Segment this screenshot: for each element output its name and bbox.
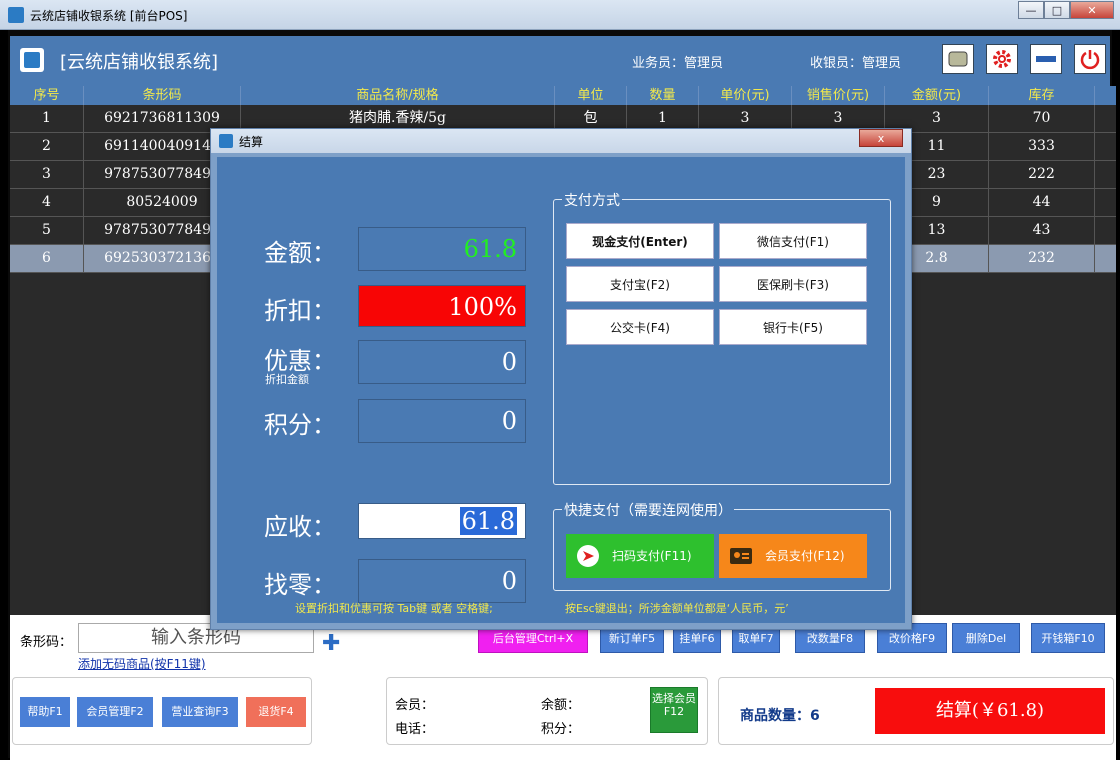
dialog-icon xyxy=(219,134,233,148)
member-label: 会员： xyxy=(395,698,435,713)
scan-pay-button[interactable]: 扫码支付(F11) xyxy=(566,534,714,578)
minimize-icon xyxy=(1036,56,1056,62)
scan-pay-icon xyxy=(577,545,599,567)
gear-icon xyxy=(993,50,1011,68)
table-cell: 43 xyxy=(989,217,1095,244)
table-cell: 222 xyxy=(989,161,1095,188)
app-header: [云统店铺收银系统] 业务员：管理员 收银员：管理员 xyxy=(10,36,1110,86)
shortcut-button[interactable]: 营业查询F3 xyxy=(162,697,238,727)
table-cell: 3 xyxy=(10,161,84,188)
column-header: 数量 xyxy=(627,86,699,105)
table-cell: 1 xyxy=(10,105,84,132)
card-reader-button[interactable] xyxy=(942,44,974,74)
power-button[interactable] xyxy=(1074,44,1106,74)
payment-method-button[interactable]: 支付宝(F2) xyxy=(566,266,714,302)
column-header: 单价(元) xyxy=(699,86,792,105)
shortcut-button[interactable]: 会员管理F2 xyxy=(77,697,153,727)
checkout-button[interactable]: 结算(￥61.8) xyxy=(875,688,1105,734)
promo-input[interactable]: 0 xyxy=(358,340,526,384)
phone-label: 电话： xyxy=(395,722,435,737)
cashier-label: 收银员：管理员 xyxy=(810,56,902,71)
change-label: 找零： xyxy=(264,571,336,599)
quick-pay-title: 快捷支付（需要连网使用） xyxy=(562,500,734,520)
dialog-title: 结算 xyxy=(239,135,264,149)
table-cell: 232 xyxy=(989,245,1095,272)
minimize-app-button[interactable] xyxy=(1030,44,1062,74)
table-cell: 70 xyxy=(989,105,1095,132)
app-icon xyxy=(8,7,24,23)
receivable-value: 61.8 xyxy=(459,507,517,535)
close-button[interactable]: ✕ xyxy=(1070,1,1114,19)
discount-label: 折扣： xyxy=(264,297,336,325)
points-input[interactable]: 0 xyxy=(358,399,526,443)
receivable-input[interactable]: 61.8 xyxy=(358,503,526,539)
table-cell: 2 xyxy=(10,133,84,160)
function-button[interactable]: 开钱箱F10 xyxy=(1031,623,1105,653)
amount-label: 金额： xyxy=(264,239,336,267)
barcode-label: 条形码： xyxy=(20,635,73,650)
shortcut-button[interactable]: 退货F4 xyxy=(246,697,306,727)
promo-sublabel: 折扣金额 xyxy=(265,373,309,386)
points-label: 积分： xyxy=(541,722,581,737)
card-reader-icon xyxy=(948,51,968,67)
bottom-panel: 条形码： 输入条形码 添加无码商品(按F11键) ✚ 后台管理Ctrl+X 新订单… xyxy=(10,615,1116,760)
window-title: 云统店铺收银系统 [前台POS] xyxy=(30,9,188,23)
payment-method-button[interactable]: 现金支付(Enter) xyxy=(566,223,714,259)
minimize-button[interactable]: — xyxy=(1018,1,1044,19)
add-nobarcode-link[interactable]: 添加无码商品(按F11键) xyxy=(78,655,206,672)
checkout-dialog: 结算 x 金额： 61.8 折扣： 100% 优惠： 折扣金额 0 积分： 0 … xyxy=(210,128,912,630)
clerk-label: 业务员：管理员 xyxy=(632,56,724,71)
shortcut-button[interactable]: 帮助F1 xyxy=(20,697,70,727)
dialog-body: 金额： 61.8 折扣： 100% 优惠： 折扣金额 0 积分： 0 应收： 6… xyxy=(217,157,905,623)
table-header: 序号 条形码 商品名称/规格 单位 数量 单价(元) 销售价(元) 金额(元) 库存 xyxy=(10,86,1116,105)
payment-method-button[interactable]: 公交卡(F4) xyxy=(566,309,714,345)
column-header: 金额(元) xyxy=(885,86,989,105)
table-cell: 5 xyxy=(10,217,84,244)
payment-group: 支付方式 现金支付(Enter) 微信支付(F1) 支付宝(F2) 医保刷卡(F3) 公… xyxy=(553,190,891,485)
maximize-button[interactable]: □ xyxy=(1044,1,1070,19)
column-header: 库存 xyxy=(989,86,1095,105)
amount-value: 61.8 xyxy=(358,227,526,271)
settings-button[interactable] xyxy=(986,44,1018,74)
dialog-close-button[interactable]: x xyxy=(859,129,903,147)
payment-method-button[interactable]: 微信支付(F1) xyxy=(719,223,867,259)
hint-left: 设置折扣和优惠可按 Tab键 或者 空格键; xyxy=(295,602,493,615)
balance-label: 余额： xyxy=(541,698,581,713)
quick-pay-group: 快捷支付（需要连网使用） 扫码支付(F11) 会员支付(F12) xyxy=(553,500,891,591)
column-header: 单位 xyxy=(555,86,627,105)
app-logo-icon xyxy=(20,48,44,72)
dialog-titlebar: 结算 x xyxy=(211,129,911,153)
column-header: 商品名称/规格 xyxy=(241,86,555,105)
column-header: 条形码 xyxy=(84,86,241,105)
member-pay-button[interactable]: 会员支付(F12) xyxy=(719,534,867,578)
member-card-icon xyxy=(730,548,752,564)
table-cell: 4 xyxy=(10,189,84,216)
payment-group-title: 支付方式 xyxy=(562,190,622,210)
table-cell: 333 xyxy=(989,133,1095,160)
power-icon xyxy=(1080,50,1100,70)
points-label-dlg: 积分： xyxy=(264,411,336,439)
window-titlebar: 云统店铺收银系统 [前台POS] — □ ✕ xyxy=(0,0,1120,30)
add-icon[interactable]: ✚ xyxy=(322,631,340,656)
column-header: 序号 xyxy=(10,86,84,105)
table-cell: 44 xyxy=(989,189,1095,216)
member-pay-label: 会员支付(F12) xyxy=(765,549,845,563)
hint-right: 按Esc键退出；所涉金额单位都是‘人民币，元’ xyxy=(565,602,789,615)
payment-method-button[interactable]: 医保刷卡(F3) xyxy=(719,266,867,302)
discount-input[interactable]: 100% xyxy=(358,285,526,327)
change-value: 0 xyxy=(358,559,526,603)
payment-method-button[interactable]: 银行卡(F5) xyxy=(719,309,867,345)
app-title: [云统店铺收银系统] xyxy=(60,52,219,73)
receivable-label: 应收： xyxy=(264,513,336,541)
scan-pay-label: 扫码支付(F11) xyxy=(612,549,692,563)
select-member-button[interactable]: 选择会员F12 xyxy=(650,687,698,733)
table-cell: 6 xyxy=(10,245,84,272)
function-button[interactable]: 删除Del xyxy=(952,623,1020,653)
item-count: 商品数量：6 xyxy=(740,708,820,724)
column-header: 销售价(元) xyxy=(792,86,885,105)
